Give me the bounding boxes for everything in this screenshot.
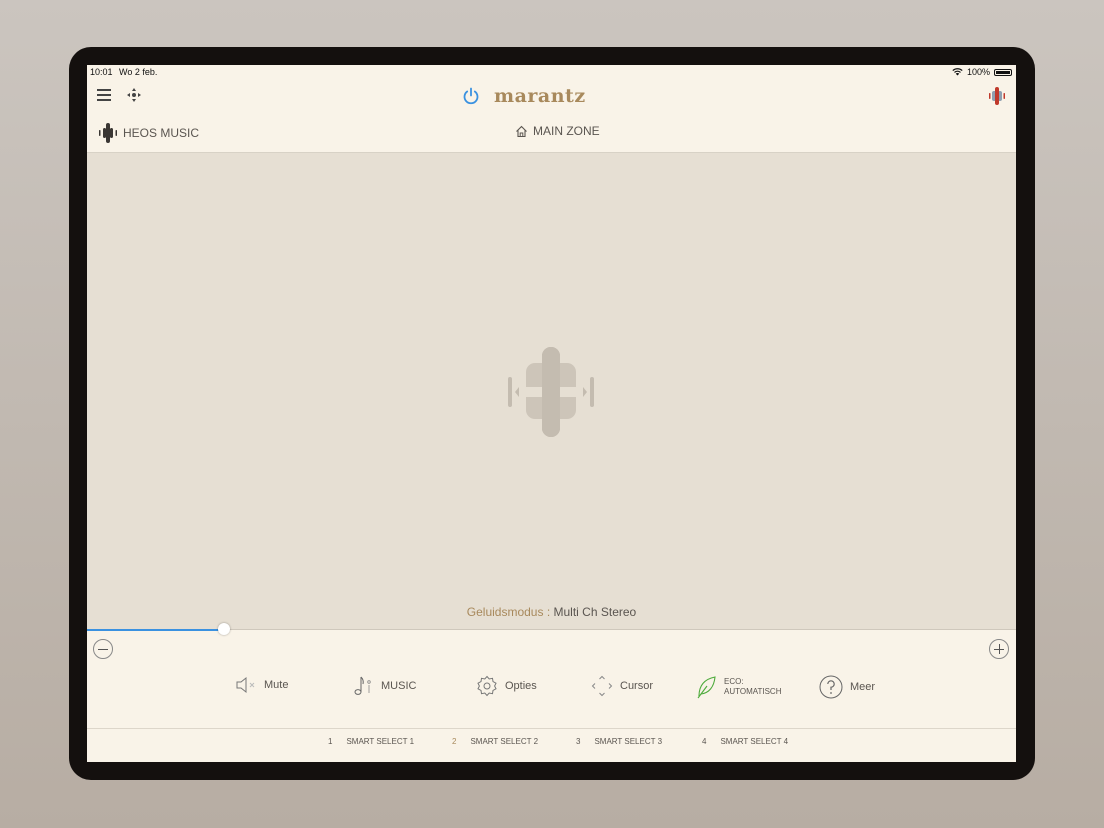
eco-mode-line2: AUTOMATISCH: [724, 687, 782, 696]
battery-icon: [994, 68, 1012, 76]
now-playing-area: Geluidsmodus : Multi Ch Stereo: [87, 153, 1016, 629]
smart-select-label: SMART SELECT 3: [594, 737, 663, 746]
status-bar: 10:01 Wo 2 feb. 100%: [87, 65, 1016, 79]
smart-select-2[interactable]: 2 SMART SELECT 2: [452, 737, 538, 746]
heos-status-icon[interactable]: [986, 85, 1008, 107]
top-bar: marantz: [87, 79, 1016, 114]
smart-select-number: 4: [702, 737, 707, 746]
zone-selector[interactable]: MAIN ZONE: [515, 124, 600, 138]
mute-label: Mute: [264, 679, 289, 691]
smart-select-bar: 1 SMART SELECT 1 2 SMART SELECT 2 3 SMAR…: [87, 737, 1016, 753]
smart-select-1[interactable]: 1 SMART SELECT 1: [328, 737, 414, 746]
app-screen: 10:01 Wo 2 feb. 100% marantz HEOS MUSIC …: [87, 65, 1016, 762]
more-label: Meer: [850, 681, 876, 693]
sound-mode[interactable]: Geluidsmodus : Multi Ch Stereo: [87, 605, 1016, 619]
eco-mode-line1: ECO:: [724, 677, 744, 686]
leaf-icon: [697, 676, 716, 699]
status-right: 100%: [952, 67, 1012, 77]
smart-select-3[interactable]: 3 SMART SELECT 3: [576, 737, 662, 746]
zone-label: MAIN ZONE: [533, 124, 600, 138]
brand-logo: marantz: [494, 85, 586, 107]
volume-down-button[interactable]: [93, 639, 113, 659]
smart-select-label: SMART SELECT 4: [720, 737, 789, 746]
help-question-icon: [819, 675, 843, 699]
speaker-icon: [236, 676, 255, 694]
music-note-icon: [354, 676, 371, 695]
smart-select-number: 3: [576, 737, 581, 746]
volume-slider-knob[interactable]: [218, 623, 230, 635]
mute-button[interactable]: Mute: [235, 675, 288, 695]
source-label: HEOS MUSIC: [123, 126, 200, 140]
battery-percent: 100%: [966, 67, 990, 77]
input-source-label: MUSIC: [381, 680, 417, 692]
options-label: Opties: [505, 680, 537, 692]
divider: [87, 728, 1016, 729]
status-date: Wo 2 feb.: [119, 67, 158, 77]
status-time: 10:01: [90, 67, 113, 77]
volume-up-button[interactable]: [989, 639, 1009, 659]
cursor-button[interactable]: Cursor: [591, 675, 653, 697]
heos-music-icon: [99, 123, 117, 143]
source-selector[interactable]: HEOS MUSIC: [97, 122, 199, 144]
more-button[interactable]: Meer: [819, 675, 875, 699]
volume-slider-fill: [87, 629, 224, 631]
sound-mode-value: Multi Ch Stereo: [553, 605, 637, 619]
heos-logo-icon: [508, 347, 594, 437]
rearrange-arrows-icon[interactable]: [125, 86, 143, 104]
source-bar: HEOS MUSIC MAIN ZONE: [87, 114, 1016, 153]
sound-mode-label: Geluidsmodus: [466, 605, 544, 619]
hamburger-menu-icon[interactable]: [97, 89, 111, 101]
smart-select-4[interactable]: 4 SMART SELECT 4: [702, 737, 788, 746]
sound-mode-separator: :: [546, 605, 551, 619]
power-icon[interactable]: [461, 86, 481, 106]
smart-select-number: 2: [452, 737, 457, 746]
smart-select-label: SMART SELECT 1: [346, 737, 415, 746]
home-icon: [516, 125, 527, 137]
eco-mode-button[interactable]: ECO: AUTOMATISCH: [695, 675, 781, 699]
cursor-label: Cursor: [620, 680, 654, 692]
volume-slider[interactable]: [87, 623, 1016, 635]
smart-select-label: SMART SELECT 2: [470, 737, 539, 746]
control-bar: Mute MUSIC Opties Cursor ECO: AUTOMATISC…: [87, 673, 1016, 713]
options-button[interactable]: Opties: [476, 675, 537, 697]
wifi-icon: [952, 68, 963, 76]
smart-select-number: 1: [328, 737, 333, 746]
cursor-arrows-icon: [591, 675, 613, 697]
eco-mode-label: ECO: AUTOMATISCH: [724, 677, 781, 697]
input-source-button[interactable]: MUSIC: [352, 675, 416, 697]
gear-icon: [477, 675, 497, 697]
